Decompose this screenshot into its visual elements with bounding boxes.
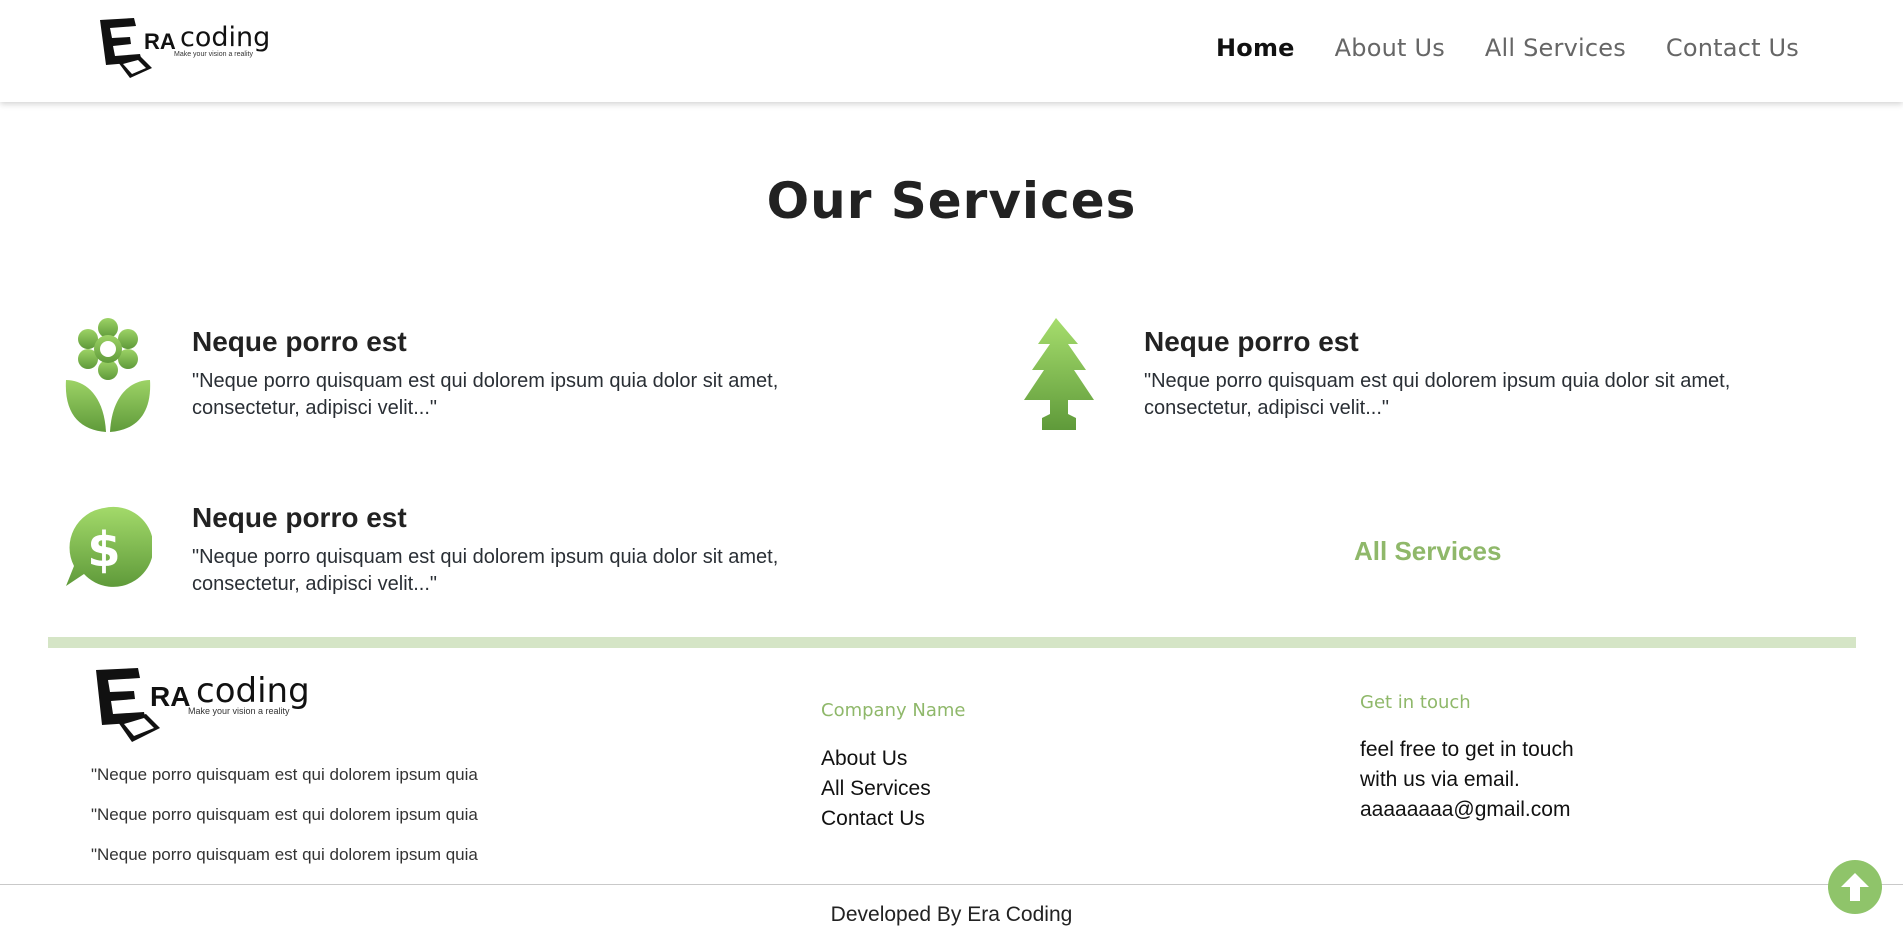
footer-link-contact-us[interactable]: Contact Us [821, 807, 925, 831]
service-card: Neque porro est "Neque porro quisquam es… [1016, 318, 1776, 448]
footer-link-about-us[interactable]: About Us [821, 747, 907, 771]
nav-all-services[interactable]: All Services [1485, 34, 1626, 62]
nav-about-us[interactable]: About Us [1335, 34, 1445, 62]
service-description-line: consectetur, adipisci velit..." [192, 397, 437, 419]
svg-text:coding: coding [196, 671, 310, 711]
arrow-up-icon [1841, 873, 1869, 901]
svg-text:coding: coding [180, 22, 270, 53]
contact-text: with us via email. [1360, 768, 1520, 791]
svg-text:RA: RA [144, 29, 176, 54]
service-description-line: consectetur, adipisci velit..." [192, 573, 437, 595]
contact-text: feel free to get in touch [1360, 738, 1574, 761]
site-header: RA coding Make your vision a reality Hom… [0, 0, 1903, 102]
service-card: $ Neque porro est "Neque porro quisquam … [64, 494, 824, 624]
footer-eracoding-logo[interactable]: RA coding Make your vision a reality [92, 666, 342, 746]
dollar-chat-icon: $ [66, 506, 152, 587]
bottom-rule [0, 884, 1903, 885]
svg-text:Make your vision a reality: Make your vision a reality [174, 51, 253, 58]
footer-divider [48, 637, 1856, 648]
nav-contact-us[interactable]: Contact Us [1666, 34, 1799, 62]
service-description-line: "Neque porro quisquam est qui dolorem ip… [1144, 370, 1731, 392]
svg-text:RA: RA [150, 681, 190, 712]
svg-text:$: $ [87, 522, 120, 578]
flower-icon [65, 318, 151, 432]
eracoding-logo[interactable]: RA coding Make your vision a reality [96, 16, 296, 82]
get-in-touch-heading: Get in touch [1360, 692, 1471, 713]
services-title: Our Services [766, 172, 1137, 230]
svg-text:Make your vision a reality: Make your vision a reality [188, 706, 290, 716]
nav-home[interactable]: Home [1216, 34, 1295, 62]
footer-link-all-services[interactable]: All Services [821, 777, 931, 801]
service-description-line: consectetur, adipisci velit..." [1144, 397, 1389, 419]
service-title: Neque porro est [1144, 326, 1359, 357]
service-card: Neque porro est "Neque porro quisquam es… [64, 318, 824, 448]
service-description-line: "Neque porro quisquam est qui dolorem ip… [192, 370, 779, 392]
service-title: Neque porro est [192, 502, 407, 533]
service-description: "Neque porro quisquam est qui dolorem ip… [192, 544, 812, 598]
service-description-line: "Neque porro quisquam est qui dolorem ip… [192, 546, 779, 568]
scroll-to-top-button[interactable] [1828, 860, 1882, 914]
main-nav: Home About Us All Services Contact Us [1216, 34, 1799, 62]
tree-icon [1024, 318, 1094, 430]
contact-email[interactable]: aaaaaaaa@gmail.com [1360, 798, 1570, 822]
footer-text-line: "Neque porro quisquam est qui dolorem ip… [91, 765, 478, 784]
service-description: "Neque porro quisquam est qui dolorem ip… [1144, 368, 1764, 422]
developer-credit: Developed By Era Coding [830, 903, 1073, 926]
service-description: "Neque porro quisquam est qui dolorem ip… [192, 368, 812, 422]
all-services-link[interactable]: All Services [1354, 536, 1501, 567]
company-name-heading: Company Name [821, 700, 966, 721]
footer-text-line: "Neque porro quisquam est qui dolorem ip… [91, 805, 478, 824]
service-title: Neque porro est [192, 326, 407, 357]
footer-text-line: "Neque porro quisquam est qui dolorem ip… [91, 845, 478, 864]
